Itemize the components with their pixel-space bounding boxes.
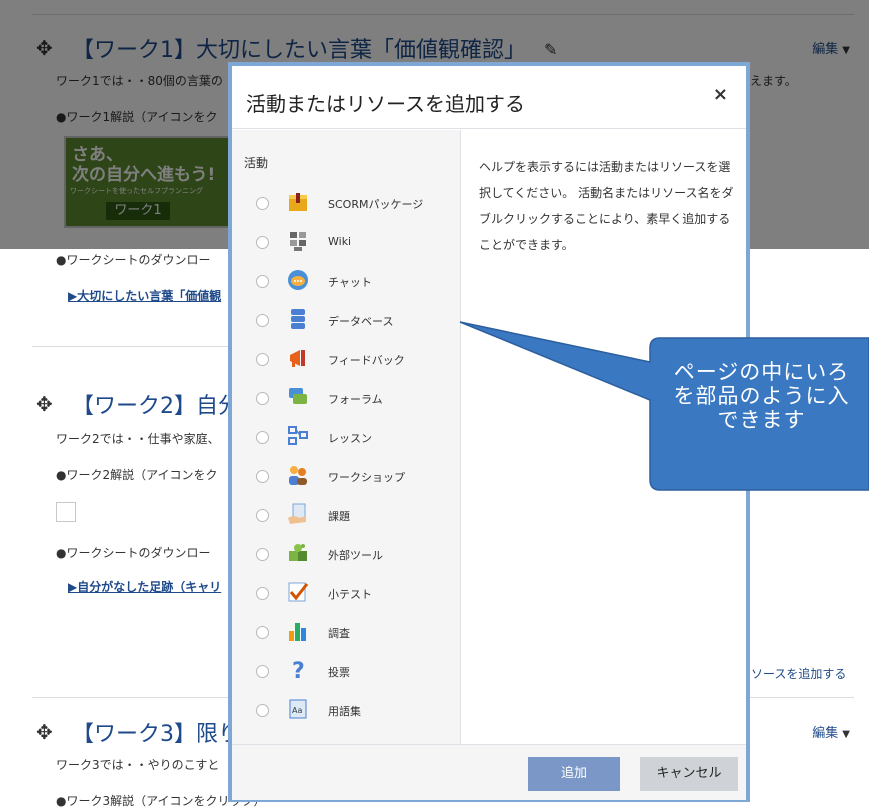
activity-option-label: データベース xyxy=(328,315,394,328)
callout-line3: できます xyxy=(717,408,806,432)
help-panel: ヘルプを表示するには活動またはリソースを選択してください。 活動名またはリソース… xyxy=(461,130,746,744)
close-icon[interactable]: × xyxy=(713,84,728,105)
activity-option-label: 課題 xyxy=(328,510,350,523)
activity-list: 活動 SCORMパッケージ Wiki チャット データベース フィードバック フ… xyxy=(232,130,461,744)
activity-option-label: 調査 xyxy=(328,627,350,640)
radio-button[interactable] xyxy=(256,665,269,678)
dialog-footer: 追加 キャンセル xyxy=(232,744,746,800)
section-intro: ワーク2では・・仕事や家庭、 xyxy=(56,432,220,446)
radio-button[interactable] xyxy=(256,587,269,600)
activity-option-glossary[interactable]: Aa 用語集 xyxy=(232,693,461,729)
activity-option-label: フィードバック xyxy=(328,354,405,367)
radio-button[interactable] xyxy=(256,314,269,327)
survey-chart-icon xyxy=(289,623,306,641)
section-download: ●ワークシートのダウンロー xyxy=(56,253,211,267)
external-tool-puzzle-icon xyxy=(289,544,307,561)
dialog-title: 活動またはリソースを追加する xyxy=(246,92,525,116)
activity-option-choice[interactable]: ? 投票 xyxy=(232,654,461,690)
activity-option-label: フォーラム xyxy=(328,393,383,406)
activity-option-chat[interactable]: チャット xyxy=(232,264,461,300)
section-intro: ワーク3では・・やりのこすと xyxy=(56,758,220,772)
activity-option-workshop[interactable]: ワークショップ xyxy=(232,459,461,495)
move-icon[interactable]: ✥ xyxy=(36,720,53,744)
svg-text:Aa: Aa xyxy=(292,706,302,715)
add-resource-link[interactable]: リソースを追加する xyxy=(739,665,846,682)
category-label: 活動 xyxy=(244,156,269,170)
radio-button[interactable] xyxy=(256,275,269,288)
assignment-icon xyxy=(288,503,306,524)
add-button[interactable]: 追加 xyxy=(528,757,620,791)
help-text: ヘルプを表示するには活動またはリソースを選択してください。 活動名またはリソース… xyxy=(479,160,734,252)
radio-button[interactable] xyxy=(256,470,269,483)
add-activity-dialog: 活動またはリソースを追加する × 活動 SCORMパッケージ Wiki チャット… xyxy=(228,62,750,802)
glossary-icon: Aa xyxy=(289,699,307,719)
radio-button[interactable] xyxy=(256,353,269,366)
radio-button[interactable] xyxy=(256,197,269,210)
radio-button[interactable] xyxy=(256,704,269,717)
radio-button[interactable] xyxy=(256,626,269,639)
activity-option-quiz[interactable]: 小テスト xyxy=(232,576,461,612)
activity-option-lesson[interactable]: レッスン xyxy=(232,420,461,456)
radio-button[interactable] xyxy=(256,509,269,522)
activity-option-label: 小テスト xyxy=(328,588,372,601)
activity-option-database[interactable]: データベース xyxy=(232,303,461,339)
radio-button[interactable] xyxy=(256,431,269,444)
wiki-icon xyxy=(290,232,306,251)
activity-option-label: 投票 xyxy=(328,666,350,679)
section-download: ●ワークシートのダウンロー xyxy=(56,546,211,560)
activity-option-external-tool[interactable]: 外部ツール xyxy=(232,537,461,573)
activity-option-assignment[interactable]: 課題 xyxy=(232,498,461,534)
activity-option-label: 用語集 xyxy=(328,705,361,718)
edit-menu[interactable]: 編集▼ xyxy=(812,722,850,741)
choice-question-icon: ? xyxy=(292,659,305,682)
workshop-icon xyxy=(289,466,307,485)
section-link[interactable]: ▶自分がなした足跡（キャリ xyxy=(68,578,221,595)
activity-option-forum[interactable]: フォーラム xyxy=(232,381,461,417)
scorm-package-icon xyxy=(289,193,307,211)
forum-icon xyxy=(289,388,307,404)
missing-image-placeholder[interactable] xyxy=(56,502,76,522)
activity-option-label: 外部ツール xyxy=(328,549,383,562)
caret-down-icon: ▼ xyxy=(842,729,850,740)
radio-button[interactable] xyxy=(256,236,269,249)
activity-option-scorm[interactable]: SCORMパッケージ xyxy=(232,186,461,222)
section-title[interactable]: 【ワーク2】自分 xyxy=(72,388,240,420)
activity-option-label: チャット xyxy=(328,276,372,289)
activity-option-wiki[interactable]: Wiki xyxy=(232,225,461,261)
activity-option-label: レッスン xyxy=(328,432,372,445)
quiz-check-icon xyxy=(288,582,309,602)
lesson-icon xyxy=(288,426,308,445)
callout-text: ページの中にいろ を部品のように入 できます xyxy=(654,360,869,432)
edit-menu-label: 編集 xyxy=(812,726,839,741)
radio-button[interactable] xyxy=(256,392,269,405)
section-link[interactable]: ▶大切にしたい言葉「価値観 xyxy=(68,287,221,304)
database-icon xyxy=(291,309,305,329)
section-explain: ●ワーク2解説（アイコンをク xyxy=(56,468,218,482)
radio-button[interactable] xyxy=(256,548,269,561)
chat-icon xyxy=(288,270,308,290)
move-icon[interactable]: ✥ xyxy=(36,392,53,416)
activity-option-feedback[interactable]: フィードバック xyxy=(232,342,461,378)
feedback-megaphone-icon xyxy=(290,350,305,367)
activity-option-label: ワークショップ xyxy=(328,471,405,484)
callout-line1: ページの中にいろ xyxy=(673,360,850,384)
section-title[interactable]: 【ワーク3】限り xyxy=(72,716,240,748)
activity-option-label: Wiki xyxy=(328,235,352,248)
svg-text:?: ? xyxy=(292,659,305,682)
activity-option-label: SCORMパッケージ xyxy=(328,198,424,211)
activity-option-survey[interactable]: 調査 xyxy=(232,615,461,651)
callout-line2: を部品のように入 xyxy=(673,384,850,408)
dialog-header: 活動またはリソースを追加する × xyxy=(232,66,746,129)
cancel-button[interactable]: キャンセル xyxy=(640,757,738,791)
